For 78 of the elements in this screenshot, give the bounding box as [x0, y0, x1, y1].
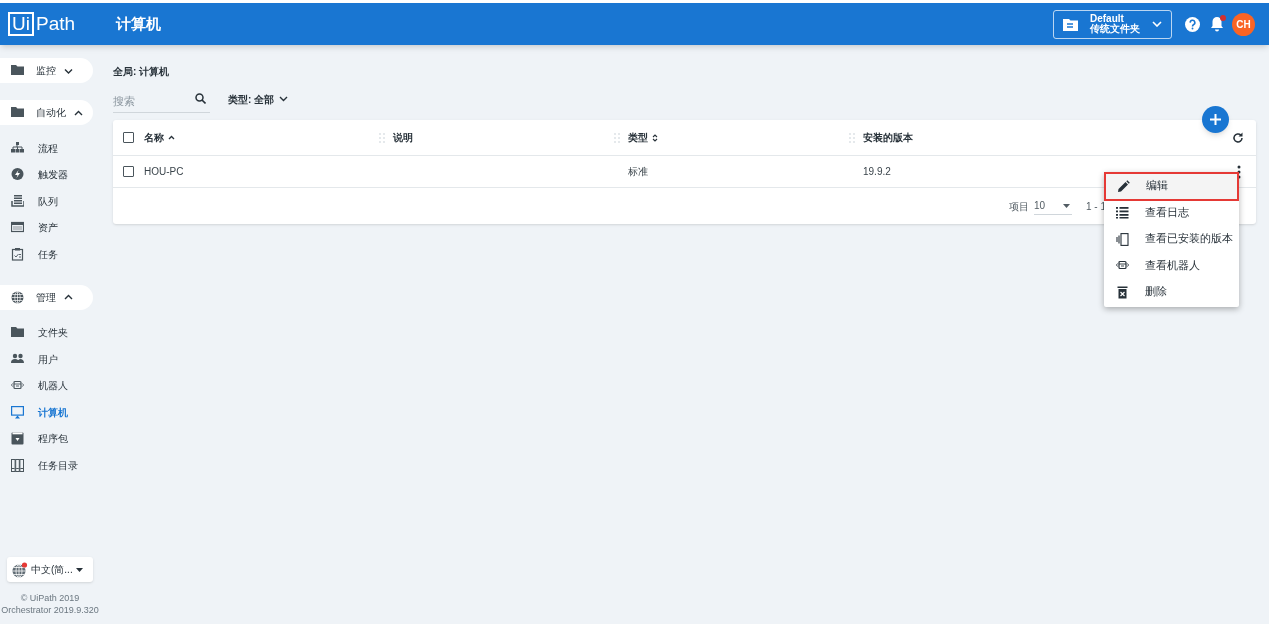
folder-name: Default: [1090, 14, 1124, 24]
hierarchy-icon: [11, 141, 24, 155]
nav-item[interactable]: 文件夹: [0, 319, 100, 346]
help-icon[interactable]: [1185, 16, 1200, 32]
nav-item[interactable]: 流程: [0, 135, 100, 162]
nav-item[interactable]: 触发器: [0, 161, 100, 188]
chevron-down-icon: [279, 96, 289, 102]
columns-icon: [11, 458, 24, 472]
caret-icon: [75, 567, 83, 572]
select-all-checkbox[interactable]: [123, 132, 134, 143]
nav-item[interactable]: 队列: [0, 188, 100, 215]
version-text: Orchestrator 2019.9.320: [1, 604, 99, 616]
folder-type: 传统文件夹: [1090, 24, 1140, 34]
nav-item[interactable]: 任务目录: [0, 452, 100, 479]
window-icon: [11, 221, 24, 235]
search-icon: [195, 93, 206, 104]
table-cell: 标准: [628, 166, 648, 177]
trash-icon: [1116, 285, 1129, 299]
column-header[interactable]: 安装的版本: [863, 130, 913, 145]
uipath-logo[interactable]: Ui Path: [8, 9, 116, 39]
package-icon: [11, 432, 24, 446]
menu-item[interactable]: 删除: [1104, 279, 1239, 306]
pencil-icon: [1117, 179, 1130, 193]
items-per-page-label: 项目: [1009, 199, 1029, 214]
type-filter[interactable]: 类型: 全部: [228, 91, 289, 107]
table-cell: 19.9.2: [863, 166, 891, 177]
nav-item[interactable]: 任务: [0, 241, 100, 268]
page-size-select[interactable]: 10: [1034, 197, 1072, 215]
menu-item[interactable]: 查看日志: [1104, 199, 1239, 226]
folder-icon: [11, 326, 24, 340]
nav-item[interactable]: 机器人: [0, 372, 100, 399]
notification-bell-icon[interactable]: [1210, 16, 1224, 32]
nav-item[interactable]: 计算机: [0, 399, 100, 426]
panels-icon: [1116, 232, 1129, 246]
chevron-up-icon: [74, 109, 83, 116]
add-button[interactable]: [1202, 106, 1229, 133]
lightning-icon: [11, 168, 24, 182]
copyright-text: © UiPath 2019: [20, 592, 80, 604]
sort-up-icon: [168, 135, 175, 140]
list-icon: [1116, 206, 1129, 220]
drag-handle-icon: [849, 132, 855, 143]
breadcrumb: 全局: 计算机: [113, 65, 171, 78]
drag-handle-icon: [614, 132, 620, 143]
globe-icon: [11, 290, 24, 304]
refresh-icon[interactable]: [1232, 131, 1244, 144]
page-title: 计算机: [116, 13, 161, 34]
plus-icon: [1210, 114, 1221, 125]
folder-icon: [1063, 17, 1078, 31]
caret-icon: [1063, 203, 1070, 208]
nav-item[interactable]: 程序包: [0, 425, 100, 452]
column-header[interactable]: 说明: [393, 130, 413, 145]
chevron-down-icon: [1152, 21, 1162, 27]
checkbox[interactable]: [123, 166, 134, 177]
language-selector[interactable]: 中文(简...: [7, 557, 93, 582]
nav-item[interactable]: 资产: [0, 214, 100, 241]
column-header[interactable]: 类型: [628, 130, 658, 145]
column-header[interactable]: 名称: [144, 130, 175, 145]
clipboard-icon: [11, 247, 24, 261]
stack-icon: [11, 194, 24, 208]
folder-selector[interactable]: Default 传统文件夹: [1053, 9, 1172, 39]
globe-pin-icon: [11, 561, 28, 578]
nav-group-header[interactable]: 监控: [0, 58, 93, 83]
sort-icon: [652, 133, 658, 142]
menu-item[interactable]: 编辑: [1105, 173, 1238, 200]
people-icon: [11, 352, 24, 366]
table-cell: HOU-PC: [144, 166, 184, 177]
search-field[interactable]: 搜索: [113, 90, 210, 113]
chevron-up-icon: [64, 294, 73, 300]
menu-item[interactable]: 查看机器人: [1104, 252, 1239, 279]
folder-icon: [11, 106, 24, 119]
nav-group-header[interactable]: 自动化: [0, 100, 93, 125]
nav-item[interactable]: 用户: [0, 346, 100, 373]
menu-item[interactable]: 查看已安装的版本: [1104, 226, 1239, 253]
nav-group-header[interactable]: 管理: [0, 284, 93, 310]
monitor-icon: [11, 405, 24, 419]
drag-handle-icon: [379, 132, 385, 143]
chevron-down-icon: [64, 67, 73, 74]
folder-icon: [11, 64, 24, 77]
